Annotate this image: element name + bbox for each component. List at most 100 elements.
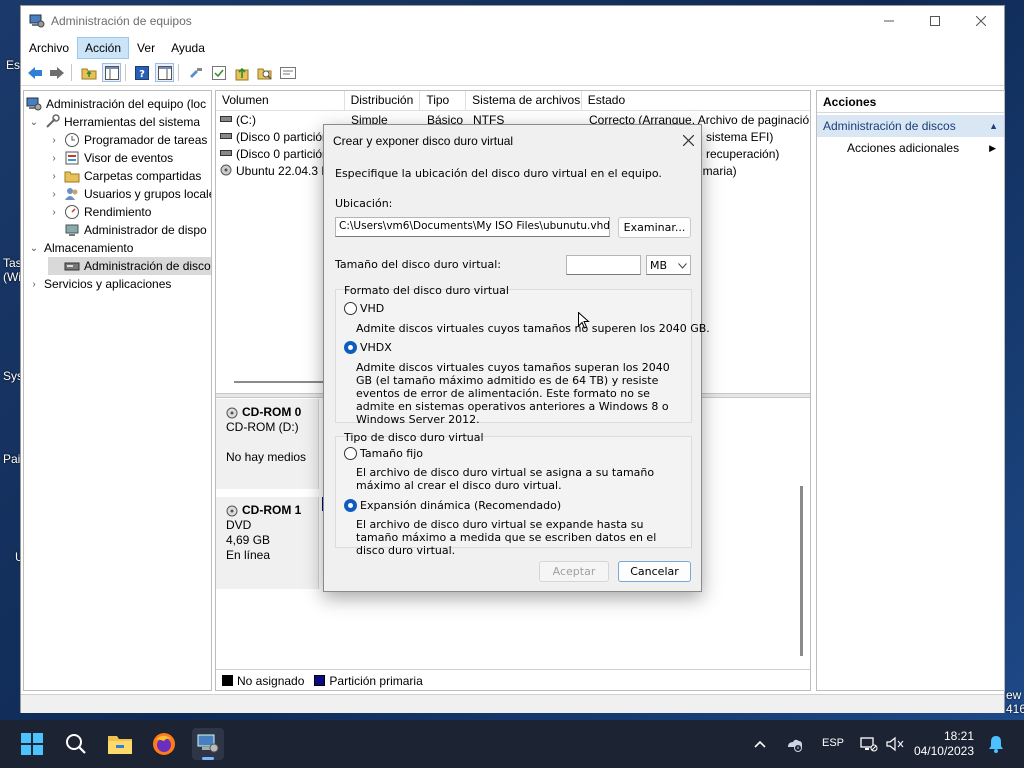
vhdx-label[interactable]: VHDX (360, 341, 392, 354)
clock[interactable]: 18:21 04/10/2023 (910, 729, 974, 759)
chevron-up-icon[interactable] (746, 728, 774, 760)
tree-label: Servicios y aplicaciones (44, 277, 172, 291)
forward-icon[interactable] (47, 63, 66, 82)
minimize-button[interactable] (866, 6, 912, 36)
tree-item-storage[interactable]: ⌄ Almacenamiento (28, 239, 211, 257)
check-icon[interactable] (209, 63, 228, 82)
ok-button[interactable]: Aceptar (539, 561, 609, 582)
tree-item-services-apps[interactable]: › Servicios y aplicaciones (28, 275, 211, 293)
vhd-radio[interactable] (344, 302, 357, 315)
size-unit-select[interactable]: MB (646, 255, 691, 275)
up-arrow-folder-icon[interactable] (232, 63, 251, 82)
legend-label: No asignado (237, 673, 305, 688)
vhd-label[interactable]: VHD (360, 302, 384, 315)
location-label: Ubicación: (335, 197, 393, 210)
vhdx-radio[interactable] (344, 341, 357, 354)
notification-bell-icon[interactable] (982, 728, 1010, 760)
volume-icon (220, 147, 232, 161)
vhdx-description: Admite discos virtuales cuyos tamaños su… (356, 361, 670, 426)
cell: (Disco 0 partición (236, 130, 328, 144)
properties-icon[interactable] (278, 63, 297, 82)
language-indicator[interactable]: ESP (822, 737, 844, 749)
vertical-scrollbar[interactable] (800, 486, 803, 656)
chevron-right-icon[interactable]: › (48, 207, 60, 218)
actions-more[interactable]: Acciones adicionales ▶ (817, 137, 1004, 159)
menu-archivo[interactable]: Archivo (21, 37, 77, 59)
tree-item-event-viewer[interactable]: › Visor de eventos (48, 149, 211, 167)
desktop-fragment: Pai (3, 452, 21, 466)
onedrive-icon[interactable] (780, 728, 808, 760)
chevron-down-icon[interactable]: ⌄ (28, 243, 40, 254)
cd-icon (226, 407, 238, 419)
help-icon[interactable]: ? (132, 63, 151, 82)
chevron-right-icon[interactable]: › (48, 135, 60, 146)
dialog-intro: Especifique la ubicación del disco duro … (335, 167, 662, 180)
vhd-description: Admite discos virtuales cuyos tamaños no… (356, 322, 710, 335)
browse-button[interactable]: Examinar... (618, 217, 691, 238)
disk-name: CD-ROM 0 (242, 405, 302, 419)
fixed-size-radio[interactable] (344, 447, 357, 460)
column-header[interactable]: Estado (582, 91, 810, 111)
actions-pane: Acciones Administración de discos ▲ Acci… (816, 90, 1005, 691)
show-hide-action-pane-icon[interactable] (155, 63, 174, 82)
status-bar (21, 694, 1004, 713)
firefox-icon[interactable] (148, 728, 180, 760)
network-icon[interactable] (855, 728, 883, 760)
chevron-right-icon[interactable]: › (48, 189, 60, 200)
column-header[interactable]: Distribución (345, 91, 421, 111)
fixed-size-label[interactable]: Tamaño fijo (360, 447, 423, 460)
tree-label: Administración de disco (84, 259, 211, 273)
cell: Ubuntu 22.04.3 L (236, 164, 328, 178)
actions-header: Acciones (817, 91, 1004, 113)
connect-virtual-disk-icon[interactable] (186, 63, 205, 82)
back-icon[interactable] (25, 63, 44, 82)
chevron-down-icon[interactable]: ⌄ (28, 117, 40, 128)
size-unit-value: MB (650, 258, 668, 272)
tree-item-local-users[interactable]: › Usuarios y grupos locale (48, 185, 211, 203)
chevron-right-icon[interactable]: › (28, 279, 40, 290)
tree-item-performance[interactable]: › Rendimiento (48, 203, 211, 221)
disk-card-cdrom1[interactable]: CD-ROM 1 DVD 4,69 GB En línea (216, 497, 319, 589)
device-manager-icon (64, 222, 80, 238)
menu-ayuda[interactable]: Ayuda (163, 37, 213, 59)
size-input[interactable] (566, 255, 641, 275)
actions-group-disk-management[interactable]: Administración de discos ▲ (817, 115, 1004, 137)
dialog-close-button[interactable] (676, 128, 700, 152)
create-vhd-dialog: Crear y exponer disco duro virtual Espec… (323, 124, 710, 592)
up-folder-icon[interactable] (79, 63, 98, 82)
mouse-cursor-icon (578, 311, 590, 333)
chevron-down-icon (678, 259, 687, 272)
show-hide-console-tree-icon[interactable] (102, 63, 121, 82)
file-explorer-icon[interactable] (104, 728, 136, 760)
column-header[interactable]: Sistema de archivos (466, 91, 582, 111)
maximize-button[interactable] (912, 6, 958, 36)
tree-item-disk-management[interactable]: Administración de disco (48, 257, 211, 275)
dynamic-radio[interactable] (344, 499, 357, 512)
menu-ver[interactable]: Ver (129, 37, 163, 59)
search-folder-icon[interactable] (255, 63, 274, 82)
dynamic-label[interactable]: Expansión dinámica (Recomendado) (360, 499, 561, 512)
tree-item-device-manager[interactable]: Administrador de dispo (48, 221, 211, 239)
tree-label: Programador de tareas (84, 133, 208, 147)
chevron-right-icon[interactable]: › (48, 171, 60, 182)
column-header[interactable]: Tipo (420, 91, 467, 111)
collapse-icon[interactable]: ▲ (989, 115, 998, 137)
cancel-button[interactable]: Cancelar (618, 561, 691, 582)
volume-muted-icon[interactable] (882, 728, 908, 760)
tree-item-task-scheduler[interactable]: › Programador de tareas (48, 131, 211, 149)
column-header[interactable]: Volumen (216, 91, 345, 111)
search-icon[interactable] (60, 728, 92, 760)
clock-date: 04/10/2023 (913, 744, 974, 758)
menu-accion[interactable]: Acción (77, 37, 130, 59)
computer-management-taskbar-icon[interactable] (192, 728, 224, 760)
shared-folder-icon (64, 168, 80, 184)
tree-item-root[interactable]: Administración del equipo (loc (26, 95, 211, 113)
start-button[interactable] (16, 728, 48, 760)
tree-item-shared-folders[interactable]: › Carpetas compartidas (48, 167, 211, 185)
location-input[interactable]: C:\Users\vm6\Documents\My ISO Files\ubun… (335, 217, 610, 237)
chevron-right-icon[interactable]: › (48, 153, 60, 164)
tree-item-system-tools[interactable]: ⌄ Herramientas del sistema (28, 113, 211, 131)
close-button[interactable] (958, 6, 1004, 36)
type-group-title: Tipo de disco duro virtual (344, 431, 484, 444)
disk-card-cdrom0[interactable]: CD-ROM 0 CD-ROM (D:) No hay medios (216, 399, 319, 489)
